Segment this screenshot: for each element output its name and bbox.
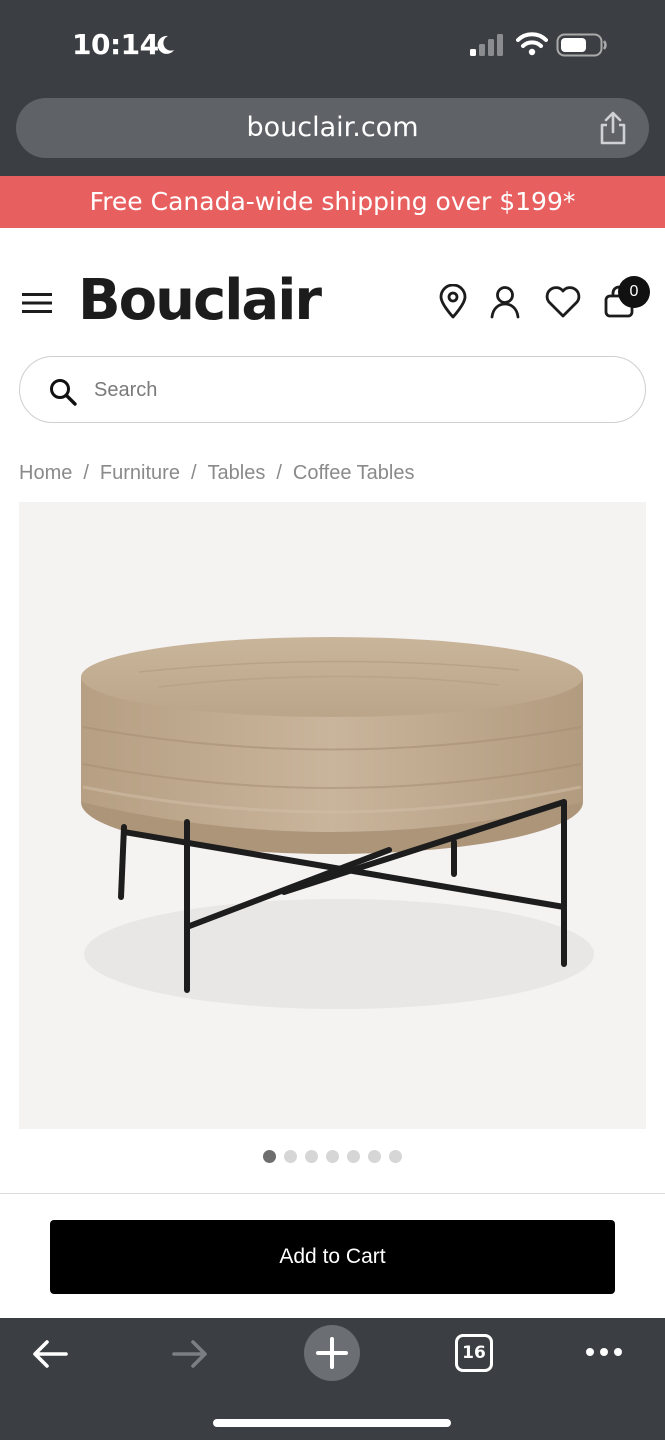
carousel-dots [0,1150,665,1164]
site-header: Bouclair 0 [0,228,665,348]
browser-url-area: bouclair.com [0,92,665,176]
wifi-icon [516,32,548,56]
cart-count-badge: 0 [618,276,650,308]
url-text: bouclair.com [246,112,419,143]
breadcrumb-separator: / [83,462,89,484]
more-icon[interactable] [584,1344,624,1360]
breadcrumb-separator: / [190,462,197,484]
breadcrumb: Home / Furniture / Tables / Coffee Tables [19,462,414,485]
promo-banner[interactable]: Free Canada-wide shipping over $199* [0,176,665,228]
product-image[interactable] [19,502,646,1129]
carousel-dot[interactable] [326,1150,339,1163]
coffee-table-illustration [81,637,594,1009]
carousel-dot[interactable] [389,1150,402,1163]
battery-icon [556,33,607,57]
breadcrumb-home[interactable]: Home [19,462,72,484]
browser-toolbar: 16 [0,1318,665,1440]
add-to-cart-button[interactable]: Add to Cart [50,1220,615,1294]
carousel-dot[interactable] [284,1150,297,1163]
carousel-dot[interactable] [368,1150,381,1163]
home-indicator [213,1419,451,1427]
plus-icon [316,1337,348,1369]
account-icon[interactable] [488,284,522,320]
signal-icon [470,34,503,56]
back-icon[interactable] [30,1338,70,1370]
carousel-dot[interactable] [263,1150,276,1163]
carousel-dot[interactable] [347,1150,360,1163]
heart-icon[interactable] [544,284,582,320]
breadcrumb-tables[interactable]: Tables [208,462,266,484]
menu-icon[interactable] [22,292,52,314]
breadcrumb-separator: / [276,462,282,484]
carousel-dot[interactable] [305,1150,318,1163]
url-bar[interactable]: bouclair.com [16,98,649,158]
status-time: 10:14 [72,28,159,61]
moon-icon [157,35,174,54]
breadcrumb-furniture[interactable]: Furniture [100,462,180,484]
breadcrumb-coffee-tables: Coffee Tables [292,462,415,484]
divider [0,1193,665,1194]
share-icon[interactable] [597,110,629,146]
tabs-button[interactable]: 16 [455,1334,493,1372]
search-box[interactable] [19,356,646,423]
forward-icon[interactable] [170,1338,210,1370]
new-tab-button[interactable] [304,1325,360,1381]
location-icon[interactable] [436,284,470,320]
site-logo[interactable]: Bouclair [78,268,322,333]
search-icon [50,379,77,406]
status-bar: 10:14 [0,0,665,92]
search-input[interactable] [94,369,614,411]
